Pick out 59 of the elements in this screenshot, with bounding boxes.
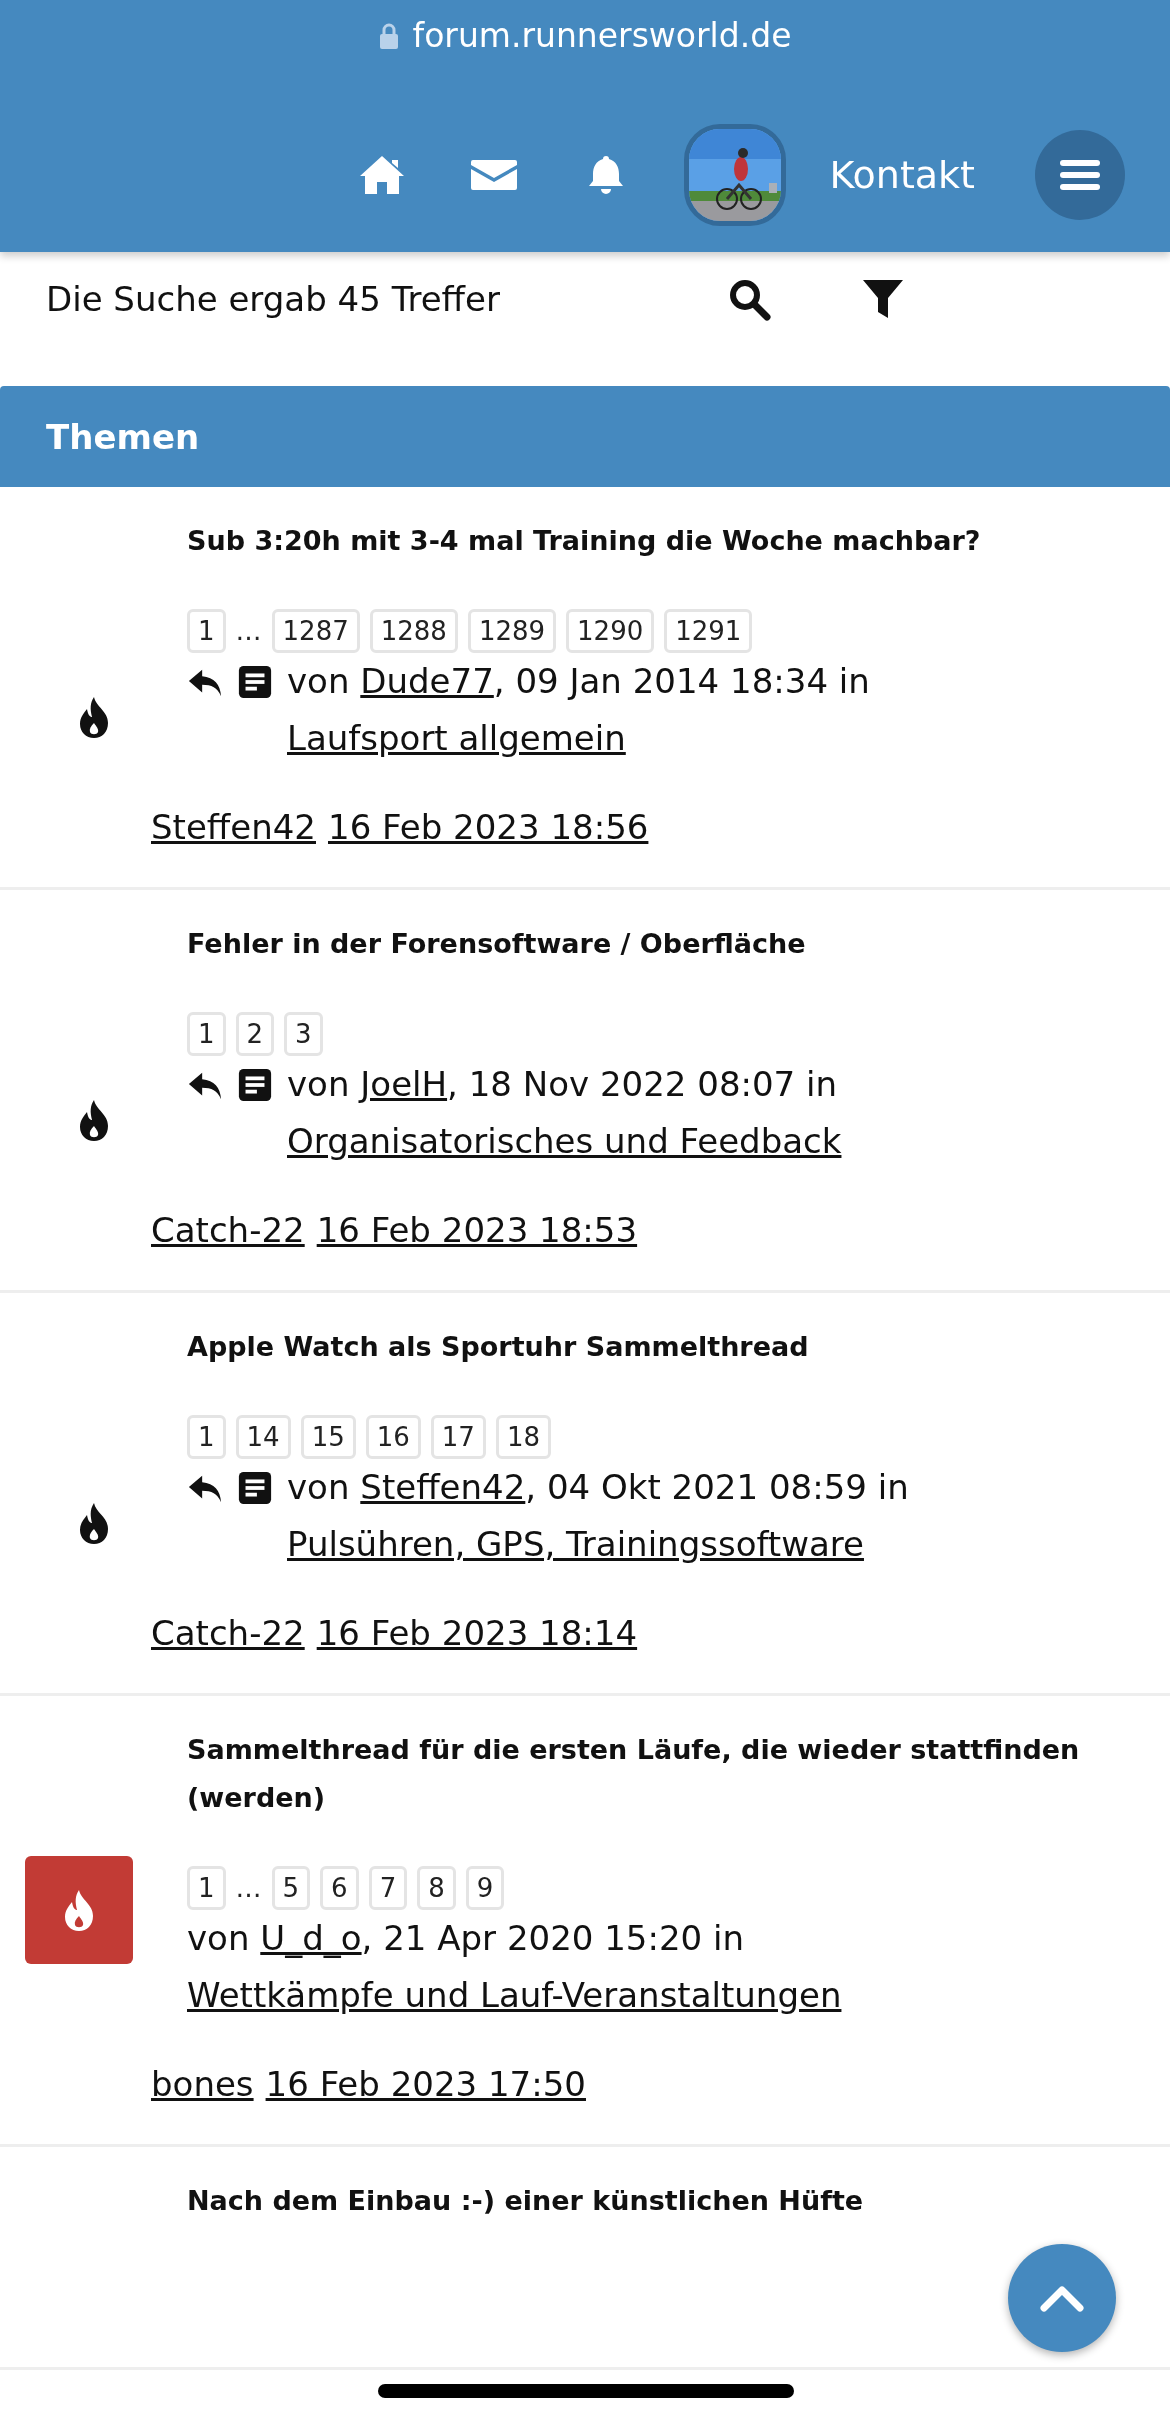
page-link[interactable]: 2 <box>235 1012 275 1056</box>
topic-title[interactable]: Apple Watch als Sportuhr Sammelthread <box>187 1323 1140 1371</box>
last-post-date-link[interactable]: 16 Feb 2023 18:56 <box>328 807 649 847</box>
page-link[interactable]: 1289 <box>467 609 557 653</box>
page-link[interactable]: 1288 <box>369 609 458 653</box>
document-icon <box>237 1469 273 1506</box>
topic-meta-text: von Steffen42, 04 Okt 2021 08:59 in Pulsühren, GPS, Trainingssoftware <box>287 1466 910 1566</box>
page-link[interactable]: 5 <box>271 1866 311 1910</box>
author-link[interactable]: JoelH <box>360 1064 448 1104</box>
page-link[interactable]: 7 <box>368 1866 408 1910</box>
url-text[interactable]: forum.runnersworld.de <box>412 16 792 55</box>
last-poster-link[interactable]: Catch-22 <box>151 1210 305 1250</box>
page-link[interactable]: 18 <box>495 1415 551 1459</box>
chevron-up-icon <box>1040 2284 1084 2312</box>
page-link[interactable]: 1 <box>187 1012 226 1056</box>
forum-link[interactable]: Pulsühren, GPS, Trainingssoftware <box>287 1524 864 1564</box>
page-link[interactable]: 16 <box>365 1415 421 1459</box>
topic-title[interactable]: Sammelthread für die ersten Läufe, die wieder stattfinden (werden) <box>187 1726 1140 1822</box>
ellipsis-text: … <box>235 1873 262 1903</box>
section-title: Themen <box>46 416 200 457</box>
page-link[interactable]: 1 <box>187 1415 226 1459</box>
document-icon <box>237 1066 273 1103</box>
page-link[interactable]: 3 <box>284 1012 323 1056</box>
document-icon <box>237 663 273 700</box>
page-link[interactable]: 6 <box>320 1866 359 1910</box>
topic-meta-text: von Dude77, 09 Jan 2014 18:34 in Laufsport allgemein <box>287 660 871 760</box>
page-link[interactable]: 1287 <box>271 609 360 653</box>
forum-link[interactable]: Wettkämpfe und Lauf-Veranstaltungen <box>187 1975 842 2015</box>
topic-title[interactable]: Sub 3:20h mit 3-4 mal Training die Woche machbar? <box>187 517 1140 565</box>
page-link[interactable]: 17 <box>430 1415 486 1459</box>
result-count-text: Die Suche ergab 45 Treffer <box>46 279 501 319</box>
last-poster-link[interactable]: Catch-22 <box>151 1613 305 1653</box>
author-link[interactable]: U_d_o <box>260 1918 362 1958</box>
forum-link[interactable]: Laufsport allgemein <box>287 718 626 758</box>
page-link[interactable]: 1290 <box>566 609 655 653</box>
page-link[interactable]: 1 <box>187 1866 226 1910</box>
forum-link[interactable]: Organisatorisches und Feedback <box>287 1121 842 1161</box>
lock-icon <box>378 21 399 50</box>
topic-title[interactable]: Nach dem Einbau :-) einer künstlichen Hüfte <box>187 2177 1140 2225</box>
last-poster-link[interactable]: bones <box>151 2064 254 2104</box>
last-poster-link[interactable]: Steffen42 <box>151 807 316 847</box>
topic-meta-text: von U_d_o, 21 Apr 2020 15:20 in Wettkämpfe und Lauf-Veranstaltungen <box>187 1917 843 2017</box>
page-link[interactable]: 1291 <box>664 609 753 653</box>
menu-icon <box>1060 158 1100 192</box>
page-link[interactable]: 8 <box>417 1866 456 1910</box>
author-link[interactable]: Steffen42 <box>360 1467 526 1507</box>
page-link[interactable]: 1 <box>187 609 226 653</box>
page-link[interactable]: 14 <box>235 1415 291 1459</box>
topic-meta-text: von JoelH, 18 Nov 2022 08:07 in Organisatorisches und Feedback <box>287 1063 843 1163</box>
ellipsis-text: … <box>235 616 262 646</box>
page-link[interactable]: 15 <box>300 1415 356 1459</box>
scroll-top-button[interactable] <box>1008 2244 1116 2352</box>
page-link[interactable]: 9 <box>465 1866 505 1910</box>
contact-link[interactable]: Kontakt <box>829 153 975 197</box>
author-link[interactable]: Dude77 <box>360 661 494 701</box>
topic-title[interactable]: Fehler in der Forensoftware / Oberfläche <box>187 920 1140 968</box>
last-post-date-link[interactable]: 16 Feb 2023 18:53 <box>316 1210 638 1250</box>
last-post-date-link[interactable]: 16 Feb 2023 17:50 <box>265 2064 586 2104</box>
last-post-date-link[interactable]: 16 Feb 2023 18:14 <box>316 1613 638 1653</box>
